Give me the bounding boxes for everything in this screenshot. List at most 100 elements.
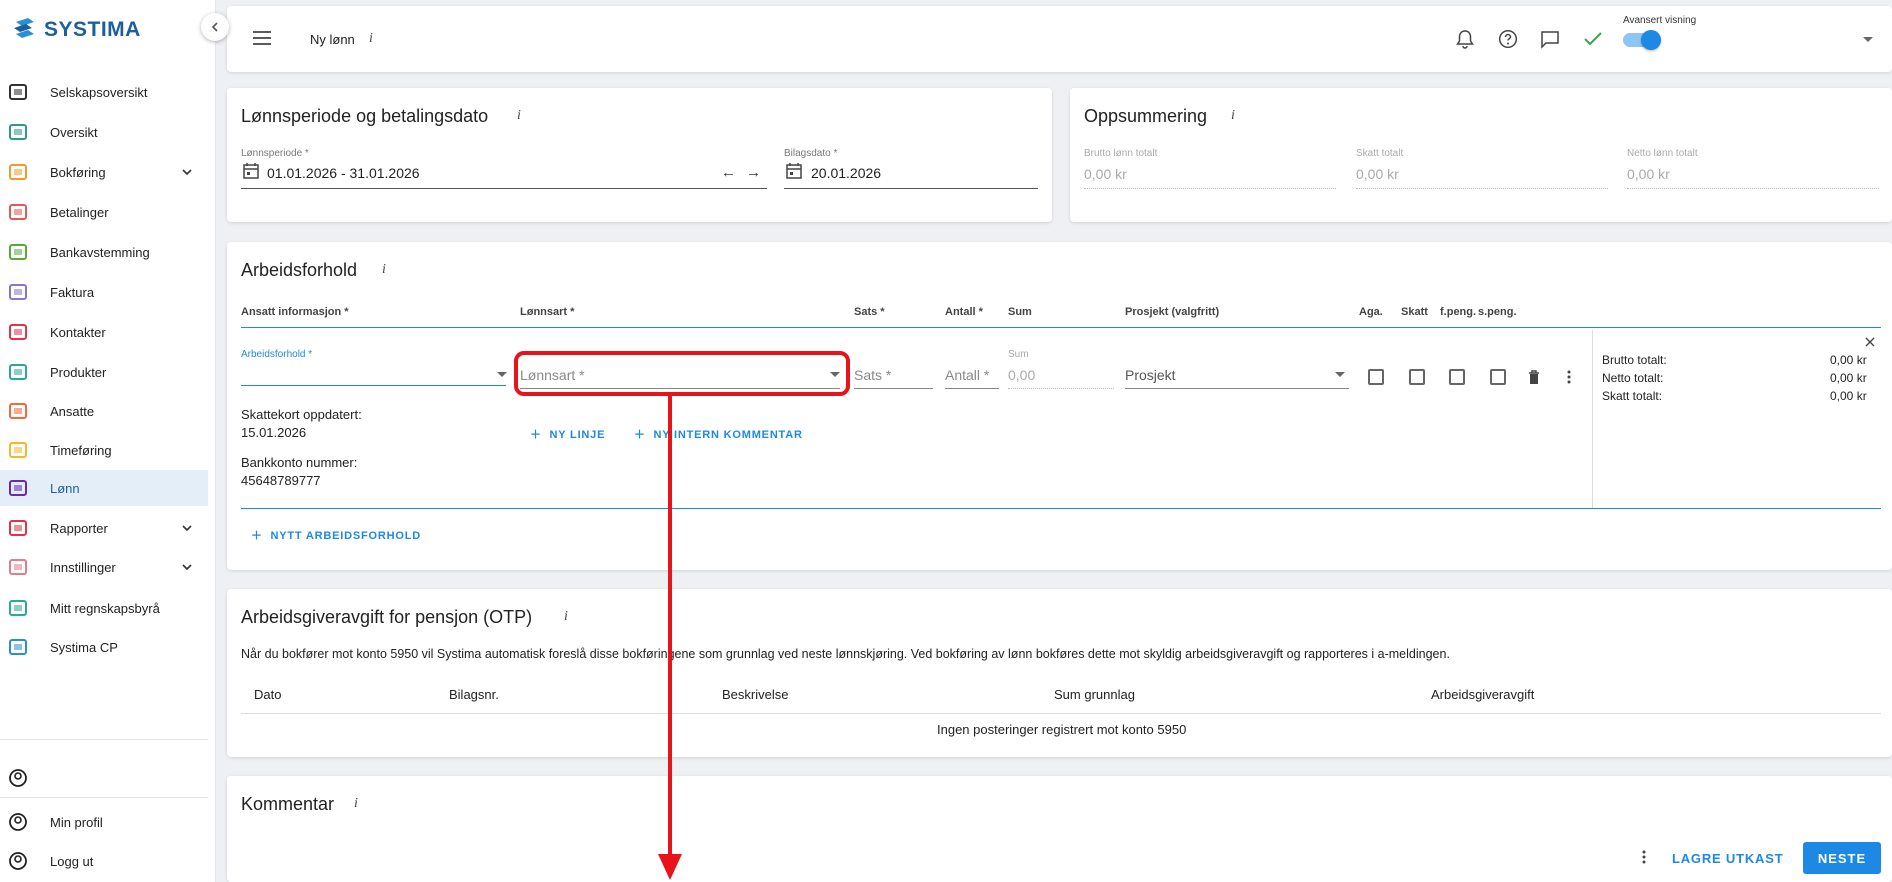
chevron-left-icon [211,22,218,32]
contacts-icon [8,322,28,342]
sidebar-item-label: Innstillinger [50,559,116,575]
sidebar-item-mitt-regnskapsbyrå[interactable]: Mitt regnskapsbyrå [0,590,208,626]
column-header: Antall * [945,306,983,318]
info-icon[interactable]: i [517,108,521,124]
sidebar-item-kontakter[interactable]: Kontakter [0,314,208,350]
chevron-down-icon[interactable] [1335,372,1345,377]
sidebar: SYSTIMA Selskapsoversikt Oversikt Bokførin… [0,0,216,882]
column-header: f.peng. [1440,306,1477,318]
aga-checkbox[interactable] [1368,369,1384,385]
sidebar-item-selskapsoversikt[interactable]: Selskapsoversikt [0,74,208,110]
new-employment-button[interactable]: ＋ NYTT ARBEIDSFORHOLD [251,527,421,543]
sidebar-item-produkter[interactable]: Produkter [0,354,208,390]
tax-checkbox[interactable] [1409,369,1425,385]
field-underline [1125,388,1349,389]
sick-pay-checkbox[interactable] [1490,369,1506,385]
account-circle-icon [8,768,28,788]
help-icon[interactable] [1498,29,1518,49]
comment-title: Kommentar [241,794,335,814]
holiday-pay-checkbox[interactable] [1449,369,1465,385]
voucher-date-input[interactable]: 20.01.2026 [811,165,881,181]
info-icon[interactable]: i [382,262,386,278]
sidebar-item-bankavstemming[interactable]: Bankavstemming [0,234,208,270]
sidebar-item-ansatte[interactable]: Ansatte [0,393,208,429]
more-vert-icon[interactable] [1567,370,1571,384]
sidebar-item-systima-cp[interactable]: Systima CP [0,629,208,665]
sidebar-bottom-item[interactable]: Logg ut [0,843,208,879]
sum-label: Sum [1008,349,1029,360]
table-divider [241,713,1881,714]
period-input[interactable]: 01.01.2026 - 31.01.2026 [267,165,420,181]
column-header: Sum [1008,306,1032,318]
save-draft-button[interactable]: LAGRE UTKAST [1672,851,1783,866]
brand-logo[interactable]: SYSTIMA [12,16,141,44]
tax-value: 0,00 kr [1830,389,1867,403]
bell-icon[interactable] [1456,29,1474,49]
new-line-button[interactable]: ＋ NY LINJE [530,426,605,442]
sidebar-item-oversikt[interactable]: Oversikt [0,114,208,150]
gear-icon [8,557,28,577]
chart-icon [8,518,28,538]
advanced-view-label: Avansert visning [1623,15,1697,26]
brand-name: SYSTIMA [44,18,141,41]
taxcard-date: 15.01.2026 [241,425,307,440]
sidebar-item-innstillinger[interactable]: Innstillinger [0,549,208,585]
info-icon[interactable]: i [354,796,358,812]
new-line-label: NY LINJE [549,429,606,441]
close-icon[interactable] [1865,337,1875,347]
period-underline [241,188,767,189]
info-icon[interactable]: i [369,31,373,47]
employment-select[interactable] [241,358,506,386]
more-vert-icon[interactable] [1642,850,1646,864]
sidebar-item-label: Faktura [50,284,95,300]
badge-icon [8,401,28,421]
quantity-input[interactable]: Antall * [945,367,989,383]
column-header: Bilagsnr. [449,687,499,702]
chevron-down-icon[interactable] [497,372,507,377]
project-select[interactable]: Prosjekt [1125,367,1176,383]
calendar-icon[interactable] [786,162,802,179]
sidebar-item-bokføring[interactable]: Bokføring [0,154,208,190]
sidebar-item-faktura[interactable]: Faktura [0,274,208,310]
next-button[interactable]: NESTE [1803,842,1881,874]
net-value: 0,00 kr [1830,371,1867,385]
net-label: Netto totalt: [1602,371,1664,385]
sidebar-item-betalinger[interactable]: Betalinger [0,194,208,230]
info-icon[interactable]: i [1231,108,1235,124]
summary-title: Oppsummering [1084,106,1208,126]
info-icon[interactable]: i [564,609,568,625]
comment-card: Kommentar i LAGRE UTKAST NESTE [227,776,1892,882]
sidebar-item-timeføring[interactable]: Timeføring [0,432,208,468]
tax-label: Skatt totalt: [1602,389,1663,403]
column-header: Sum grunnlag [1054,687,1135,702]
period-label: Lønnsperiode * [241,148,309,159]
id-card-icon [8,598,28,618]
otp-description: Når du bokfører mot konto 5950 vil Systi… [241,647,1450,661]
check-icon[interactable] [1584,32,1602,46]
menu-icon[interactable] [253,31,271,45]
bank-account-value: 45648789777 [241,473,321,488]
arrow-right-icon[interactable]: → [746,164,761,181]
tax-total-value: 0,00 kr [1356,166,1399,182]
arrow-left-icon[interactable]: ← [721,164,736,181]
column-header: Lønnsart * [520,306,575,318]
period-title: Lønnsperiode og betalingsdato [241,106,489,126]
calendar-icon[interactable] [243,162,259,179]
sidebar-item-lønn[interactable]: Lønn [0,470,208,506]
chat-icon[interactable] [1540,30,1560,49]
sidebar-item-label: Logg ut [50,853,94,869]
advanced-view-toggle[interactable] [1623,30,1661,50]
sidebar-bottom-item[interactable] [0,760,208,796]
rate-input[interactable]: Sats * [854,367,891,383]
gross-value: 0,00 kr [1830,353,1867,367]
sidebar-bottom-item[interactable]: Min profil [0,804,208,840]
sidebar-divider [0,797,208,798]
trash-icon[interactable] [1528,370,1540,385]
home-icon [8,122,28,142]
sidebar-item-rapporter[interactable]: Rapporter [0,510,208,546]
building-icon [8,82,28,102]
chevron-down-icon [181,560,193,578]
chevron-down-icon[interactable] [1863,37,1873,42]
collapse-sidebar-button[interactable] [201,13,229,41]
sidebar-item-label: Lønn [50,480,80,496]
